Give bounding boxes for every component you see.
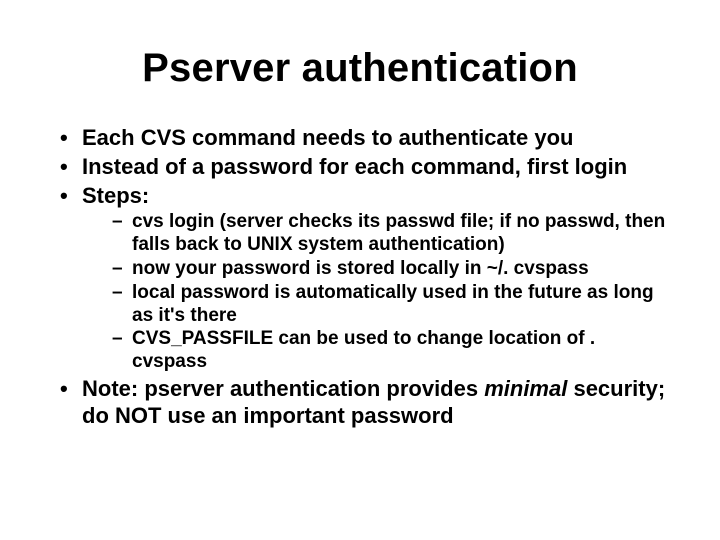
- bullet-item-note: Note: pserver authentication provides mi…: [54, 376, 670, 430]
- bullet-list-level2: cvs login (server checks its passwd file…: [82, 211, 670, 374]
- bullet-text: Steps:: [82, 183, 149, 208]
- note-text-pre: Note: pserver authentication provides: [82, 376, 484, 401]
- slide-title: Pserver authentication: [50, 46, 670, 91]
- bullet-item: Instead of a password for each command, …: [54, 154, 670, 181]
- sub-bullet-item: CVS_PASSFILE can be used to change locat…: [110, 328, 670, 374]
- bullet-list-level1: Each CVS command needs to authenticate y…: [50, 125, 670, 430]
- bullet-item: Steps: cvs login (server checks its pass…: [54, 183, 670, 374]
- note-text-italic: minimal: [484, 376, 567, 401]
- sub-bullet-item: cvs login (server checks its passwd file…: [110, 211, 670, 257]
- sub-bullet-item: local password is automatically used in …: [110, 282, 670, 328]
- bullet-item: Each CVS command needs to authenticate y…: [54, 125, 670, 152]
- sub-bullet-item: now your password is stored locally in ~…: [110, 258, 670, 281]
- slide: Pserver authentication Each CVS command …: [0, 0, 720, 540]
